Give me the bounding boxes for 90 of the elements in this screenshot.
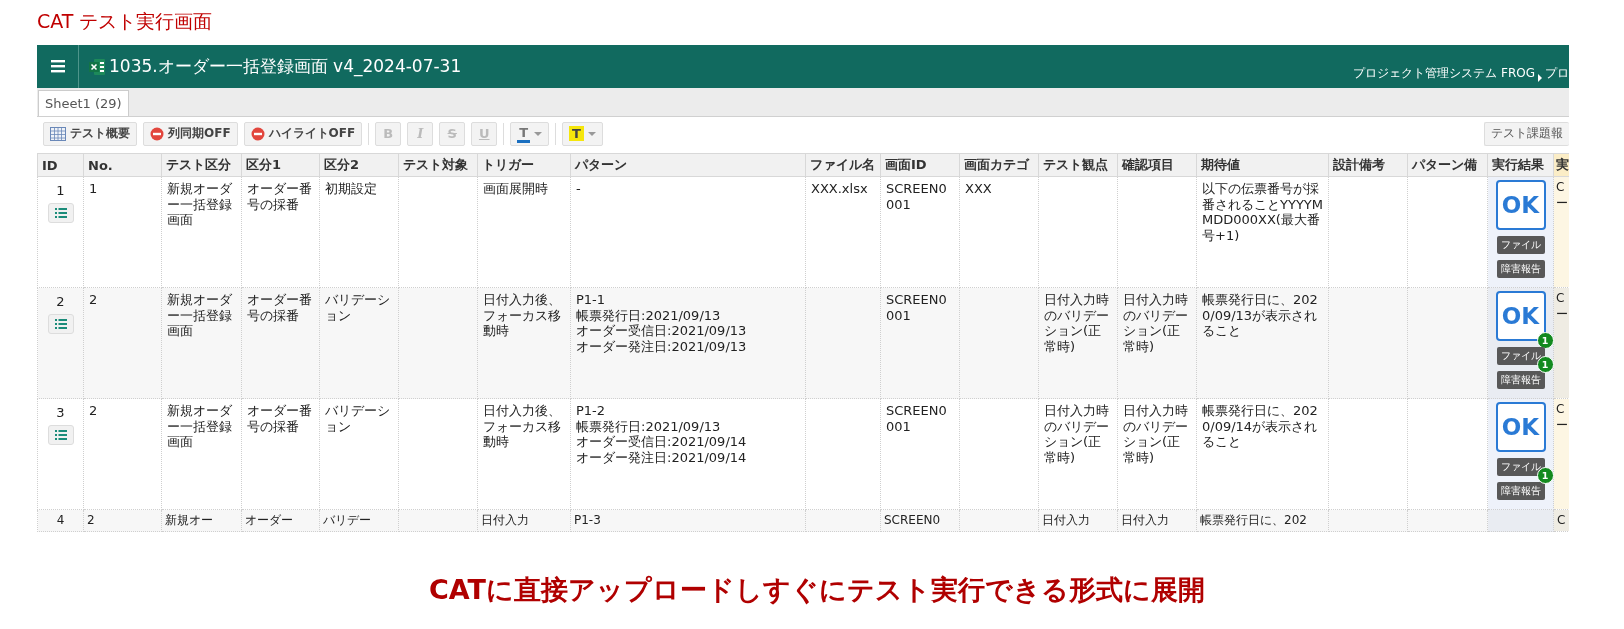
defect-report-button[interactable]: 障害報告 <box>1496 482 1545 500</box>
column-header: テスト対象 <box>398 153 478 177</box>
table-cell: オーダー番号の採番 <box>241 398 320 510</box>
column-header: ファイル名 <box>805 153 881 177</box>
caret-icon <box>587 131 596 136</box>
column-header: ID <box>37 153 84 177</box>
column-header: 区分2 <box>319 153 399 177</box>
file-button[interactable]: ファイル <box>1496 236 1545 254</box>
row-id: 3 <box>55 405 66 421</box>
table-cell: オーダー番号の採番 <box>241 176 320 288</box>
column-header: 画面カテゴ <box>959 153 1039 177</box>
list-icon <box>54 429 67 440</box>
breadcrumb-link[interactable]: プロジェクト管理システム FROG <box>1353 65 1535 82</box>
table-cell: 2 <box>83 287 162 399</box>
detail-button[interactable] <box>47 313 74 334</box>
table-cell: 日付入力 <box>1117 509 1197 532</box>
table-cell: 帳票発行日に、202 <box>1196 509 1329 532</box>
page-title: CAT テスト実行画面 <box>37 10 213 32</box>
stop-icon <box>150 126 164 141</box>
table-cell: 新規オーダー一括登録画面 <box>161 398 242 510</box>
column-header: テスト観点 <box>1038 153 1118 177</box>
result-button[interactable]: OK <box>1495 180 1546 230</box>
table-cell: オーダー番号の採番 <box>241 287 320 399</box>
caret-icon <box>534 131 543 136</box>
table-cell: 日付入力 <box>1038 509 1118 532</box>
breadcrumb-link[interactable]: プロ <box>1545 65 1569 82</box>
table-cell: 日付入力後、フォーカス移動時 <box>477 398 571 510</box>
table-cell: XXX <box>959 176 1039 288</box>
column-header: テスト区分 <box>161 153 242 177</box>
table-cell: 日付入力時のバリデーション(正常時) <box>1038 398 1118 510</box>
detail-button[interactable] <box>47 202 74 223</box>
column-header: 設計備考 <box>1328 153 1408 177</box>
table-cell: SCREEN0001 <box>880 287 960 399</box>
table-cell: 画面展開時 <box>477 176 571 288</box>
column-header: パターン備 <box>1407 153 1488 177</box>
result-button[interactable]: OK <box>1495 402 1546 452</box>
list-icon <box>54 207 67 218</box>
column-header: 区分1 <box>241 153 320 177</box>
table-cell: 日付入力 <box>477 509 571 532</box>
column-header: 確認項目 <box>1117 153 1197 177</box>
table-cell: 日付入力時のバリデーション(正常時) <box>1117 398 1197 510</box>
list-icon <box>54 318 67 329</box>
table-cell: 新規オーダー一括登録画面 <box>161 176 242 288</box>
table-cell: 帳票発行日に、2020/09/14が表示されること <box>1196 398 1329 510</box>
table-cell: XXX.xlsx <box>805 176 881 288</box>
table-cell: 新規オーダー一括登録画面 <box>161 287 242 399</box>
sheet-tab[interactable]: Sheet1 (29) <box>38 90 129 116</box>
row-id: 2 <box>55 294 66 310</box>
spreadsheet-file-icon <box>89 58 105 75</box>
table-cell: 日付入力時のバリデーション(正常時) <box>1038 287 1118 399</box>
menu-icon <box>50 60 65 73</box>
table-cell: SCREEN0 <box>880 509 960 532</box>
table-cell: P1-1 帳票発行日:2021/09/13 オーダー受信日:2021/09/13 オーダー発注日:2021/09/13 <box>570 287 806 399</box>
column-header: トリガー <box>477 153 571 177</box>
row-id: 1 <box>55 183 66 199</box>
chevron-icon <box>1538 74 1542 82</box>
row-id: 4 <box>55 513 66 528</box>
table-cell: P1-3 <box>570 509 806 532</box>
table-cell: - <box>570 176 806 288</box>
toggle-button[interactable]: ハイライトOFF <box>243 121 363 146</box>
overview-button[interactable]: テスト概要 <box>43 121 137 146</box>
table-cell: 日付入力時のバリデーション(正常時) <box>1117 287 1197 399</box>
toggle-button[interactable]: 列同期OFF <box>143 121 238 146</box>
defect-report-button[interactable]: 障害報告 <box>1496 371 1545 389</box>
test-issue-report-button[interactable]: テスト課題報 <box>1484 121 1569 146</box>
table-cell: 帳票発行日に、2020/09/13が表示されること <box>1196 287 1329 399</box>
table-cell: 2 <box>83 398 162 510</box>
highlight-color-button[interactable]: T <box>562 121 603 146</box>
table-cell: バリデーション <box>319 287 399 399</box>
defect-report-button[interactable]: 障害報告 <box>1496 260 1545 278</box>
column-header: パターン <box>570 153 806 177</box>
table-cell: 日付入力後、フォーカス移動時 <box>477 287 571 399</box>
document-title: 1035.オーダー一括登録画面 v4_2024-07-31 <box>109 55 462 78</box>
column-header: No. <box>83 153 162 177</box>
detail-button[interactable] <box>47 424 74 445</box>
table-cell: SCREEN0001 <box>880 176 960 288</box>
calendar-grid-icon <box>50 126 66 141</box>
table-cell: 初期設定 <box>319 176 399 288</box>
table-cell: 以下の伝票番号が採番されることYYYYMMDD000XX(最大番号+1) <box>1196 176 1329 288</box>
slide-caption: CATに直接アップロードしすぐにテスト実行できる形式に展開 <box>428 573 1205 607</box>
table-cell: P1-2 帳票発行日:2021/09/13 オーダー受信日:2021/09/14 オーダー発注日:2021/09/14 <box>570 398 806 510</box>
table-cell: バリデー <box>319 509 399 532</box>
stop-icon <box>250 126 265 141</box>
table-cell: 1 <box>83 176 162 288</box>
text-color-button[interactable]: T <box>510 121 550 146</box>
column-header: 期待値 <box>1196 153 1329 177</box>
column-header: 画面ID <box>880 153 960 177</box>
table-cell: SCREEN0001 <box>880 398 960 510</box>
column-header: 実行結果 <box>1487 153 1554 177</box>
table-cell: バリデーション <box>319 398 399 510</box>
